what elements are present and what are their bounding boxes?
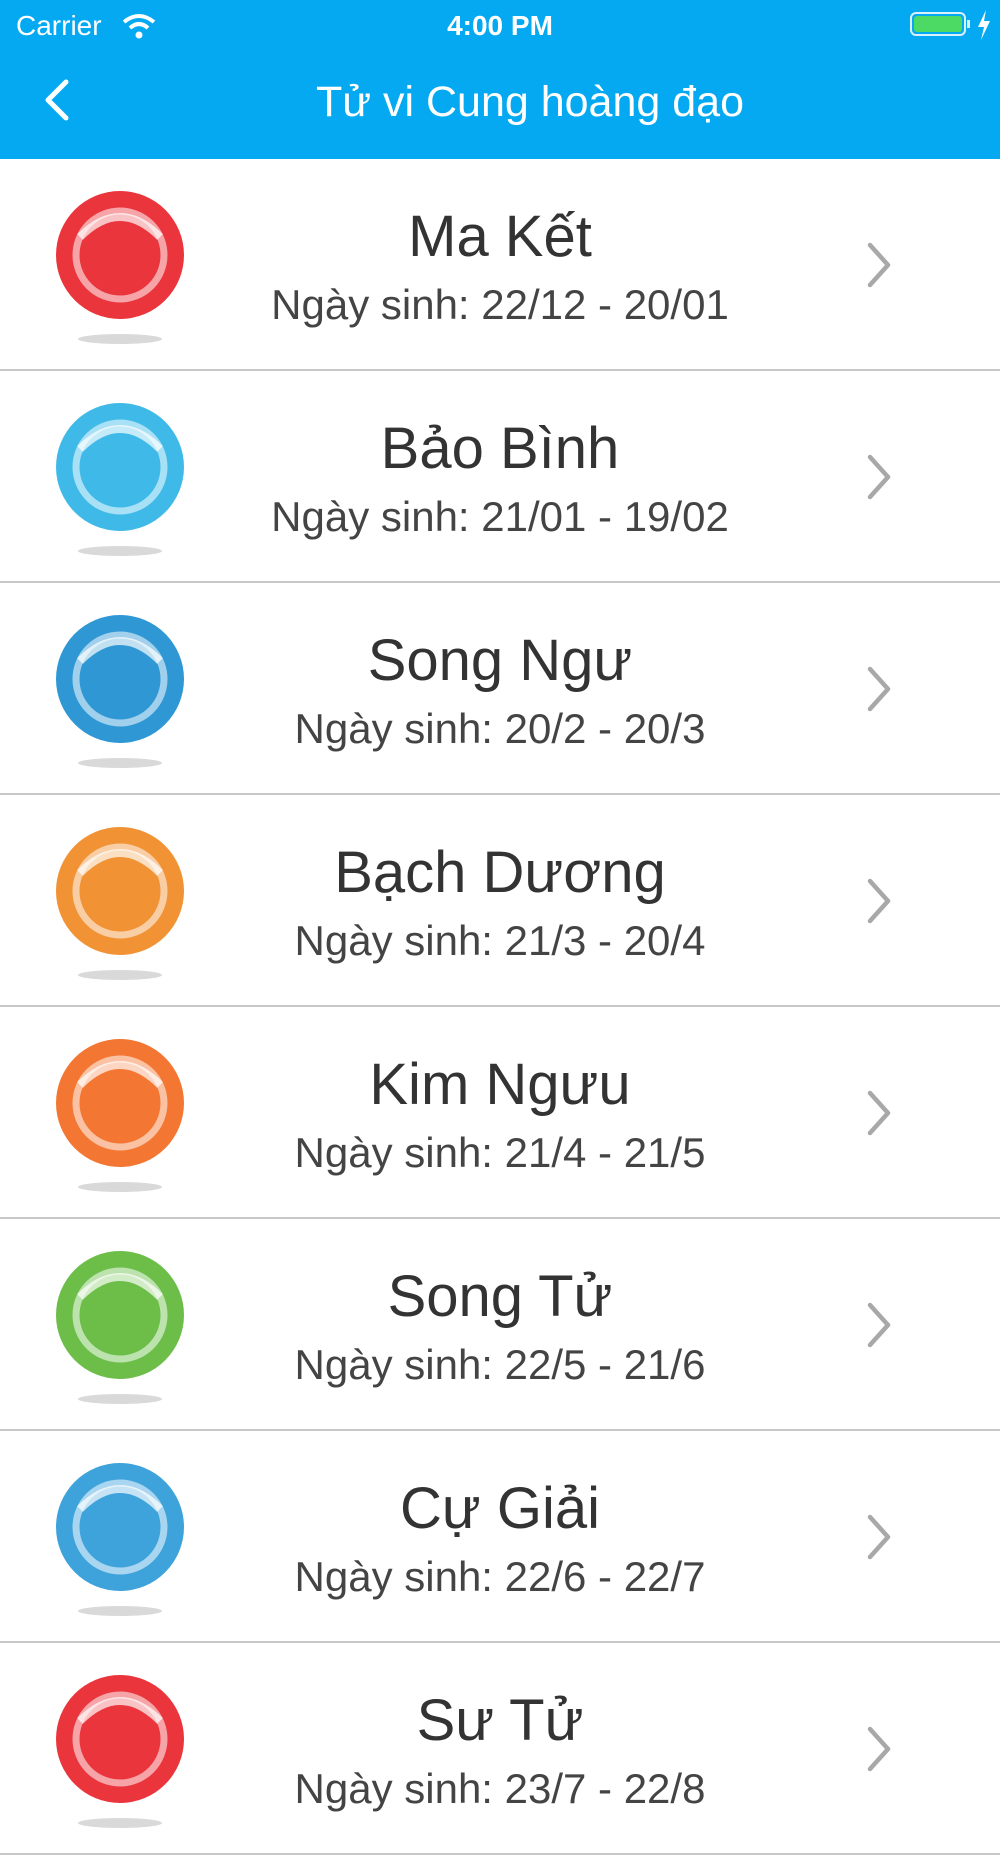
sign-name: Cự Giải (400, 1476, 600, 1541)
list-item[interactable]: Cự Giải Ngày sinh: 22/6 - 22/7 (0, 1431, 1000, 1643)
list-item[interactable]: Bạch Dương Ngày sinh: 21/3 - 20/4 (0, 795, 1000, 1007)
list-item[interactable]: Sư Tử Ngày sinh: 23/7 - 22/8 (0, 1643, 1000, 1855)
sign-name: Song Ngư (367, 628, 633, 693)
chevron-right-icon (867, 454, 891, 500)
chevron-right-icon (867, 1514, 891, 1560)
sign-name: Ma Kết (408, 204, 592, 269)
list-item[interactable]: Bảo Bình Ngày sinh: 21/01 - 19/02 (0, 371, 1000, 583)
page-title: Tử vi Cung hoàng đạo (315, 78, 744, 126)
chevron-right-icon (867, 878, 891, 924)
chevron-right-icon (867, 1090, 891, 1136)
list-item[interactable]: Song Ngư Ngày sinh: 20/2 - 20/3 (0, 583, 1000, 795)
sign-dates: Ngày sinh: 22/6 - 22/7 (294, 1553, 706, 1600)
zodiac-list: Ma Kết Ngày sinh: 22/12 - 20/01 Bảo Bình Ng… (0, 159, 1000, 1855)
app-header: Carrier 4:00 PM Tử vi Cung hoàng đạo (0, 0, 1000, 159)
status-time: 4:00 PM (447, 10, 553, 41)
status-bar: Carrier 4:00 PM (0, 0, 1000, 50)
list-item[interactable]: Ma Kết Ngày sinh: 22/12 - 20/01 (0, 159, 1000, 371)
sign-dates: Ngày sinh: 20/2 - 20/3 (294, 705, 706, 752)
sign-dates: Ngày sinh: 21/4 - 21/5 (294, 1129, 706, 1176)
sign-name: Bạch Dương (334, 840, 666, 905)
chevron-right-icon (867, 1302, 891, 1348)
sign-name: Kim Ngưu (369, 1052, 631, 1117)
sign-name: Bảo Bình (380, 416, 620, 481)
sign-dates: Ngày sinh: 22/12 - 20/01 (271, 281, 729, 328)
sign-name: Sư Tử (416, 1688, 584, 1753)
sign-dates: Ngày sinh: 21/01 - 19/02 (271, 493, 729, 540)
chevron-right-icon (867, 242, 891, 288)
list-item[interactable]: Song Tử Ngày sinh: 22/5 - 21/6 (0, 1219, 1000, 1431)
chevron-right-icon (867, 1726, 891, 1772)
sign-name: Song Tử (387, 1264, 613, 1329)
charging-icon (978, 10, 990, 40)
battery-icon (910, 12, 970, 36)
sign-dates: Ngày sinh: 23/7 - 22/8 (294, 1765, 706, 1812)
sign-dates: Ngày sinh: 22/5 - 21/6 (294, 1341, 706, 1388)
chevron-right-icon (867, 666, 891, 712)
nav-bar: Tử vi Cung hoàng đạo (0, 50, 1000, 159)
sign-dates: Ngày sinh: 21/3 - 20/4 (294, 917, 706, 964)
list-item[interactable]: Kim Ngưu Ngày sinh: 21/4 - 21/5 (0, 1007, 1000, 1219)
